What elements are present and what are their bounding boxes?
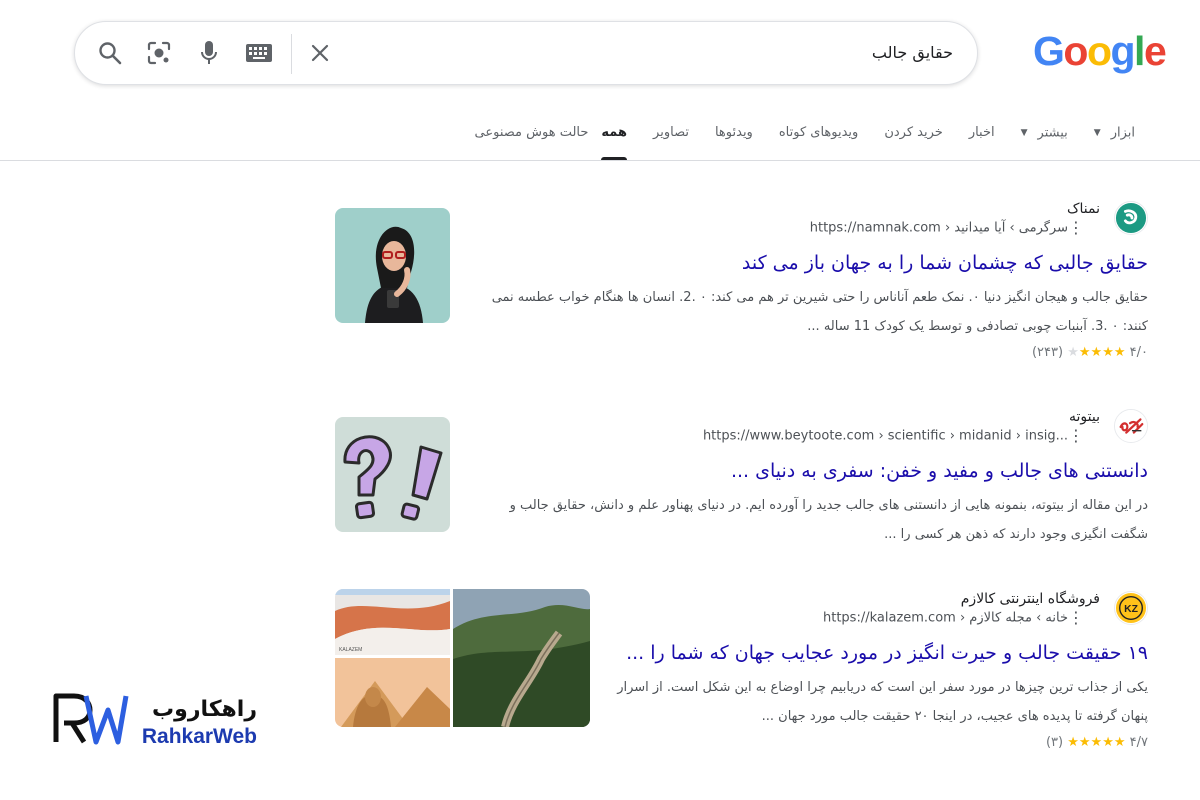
result-snippet: حقایق جالب و هیجان انگیز دنیا ۰. نمک طعم… bbox=[491, 290, 1148, 334]
more-vert-icon[interactable]: ⋮ bbox=[1068, 218, 1084, 237]
tab-label: اخبار bbox=[968, 125, 995, 140]
logo-letter: o bbox=[1063, 28, 1088, 74]
tab-more[interactable]: بیشتر ▼ bbox=[1008, 112, 1081, 160]
result-title-link[interactable]: حقایق جالبی که چشمان شما را به جهان باز … bbox=[483, 248, 1148, 278]
thumb-caption: KALAZEM bbox=[339, 647, 362, 653]
rating-stars: ★★★★★ bbox=[1067, 345, 1125, 360]
more-vert-icon[interactable]: ⋮ bbox=[1068, 426, 1084, 445]
logo-letter: e bbox=[1143, 28, 1167, 74]
kalazem-favicon-icon: KZ bbox=[1114, 591, 1148, 625]
search-result: بیتوته https://www.beytoote.com › scient… bbox=[478, 404, 1148, 549]
tab-label: خرید کردن bbox=[884, 125, 943, 140]
tab-label: بیشتر bbox=[1037, 125, 1068, 141]
star-empty-icon: ★ bbox=[1067, 345, 1079, 360]
star-filled-icon: ★ bbox=[1102, 735, 1114, 750]
site-url: https://www.beytoote.com › scientific › … bbox=[702, 428, 1068, 444]
star-filled-icon: ★ bbox=[1090, 735, 1103, 750]
beytoote-favicon-icon bbox=[1114, 409, 1148, 443]
star-filled-icon: ★ bbox=[1113, 735, 1126, 750]
site-url: https://kalazem.com › خانه › مجله کالازم bbox=[823, 610, 1068, 626]
result-site-line[interactable]: نمناک https://namnak.com › سرگرمی › آیا … bbox=[483, 196, 1148, 240]
rahkarweb-watermark: راهکاروب RahkarWeb bbox=[52, 690, 262, 750]
tab-shopping[interactable]: خرید کردن bbox=[871, 112, 955, 160]
review-count: (۳) bbox=[1045, 735, 1064, 750]
tab-label: همه bbox=[601, 125, 628, 140]
tab-tools[interactable]: ابزار ▼ bbox=[1081, 112, 1148, 160]
star-filled-icon: ★ bbox=[1067, 735, 1079, 750]
search-box[interactable]: حقایق جالب bbox=[74, 21, 978, 85]
result-rating: ۴/۷ ★★★★★ (۳) bbox=[613, 733, 1148, 753]
more-vert-icon[interactable]: ⋮ bbox=[1068, 608, 1084, 627]
logo-letter: g bbox=[1110, 28, 1136, 74]
star-filled-icon: ★ bbox=[1090, 345, 1103, 360]
rating-value: ۴/۷ bbox=[1129, 735, 1148, 750]
lens-camera-icon[interactable] bbox=[143, 37, 175, 69]
result-thumbnail-woman-glasses[interactable] bbox=[335, 208, 450, 323]
tabs-divider bbox=[0, 160, 1200, 161]
result-thumbnail-question-exclamation[interactable] bbox=[335, 417, 450, 532]
result-thumbnail-world-wonders[interactable]: KALAZEM bbox=[335, 589, 590, 727]
tab-label: ویدیوهای کوتاه bbox=[778, 125, 859, 140]
caret-down-icon: ▼ bbox=[1093, 128, 1101, 138]
search-result: نمناک https://namnak.com › سرگرمی › آیا … bbox=[483, 196, 1148, 363]
star-filled-icon: ★ bbox=[1078, 735, 1091, 750]
site-name: بیتوته bbox=[1069, 408, 1100, 425]
namnak-favicon-icon bbox=[1114, 201, 1148, 235]
site-name: نمناک bbox=[1066, 200, 1100, 217]
search-icon[interactable] bbox=[94, 37, 126, 69]
result-title-link[interactable]: ۱۹ حقیقت جالب و حیرت انگیز در مورد عجایب… bbox=[613, 638, 1148, 668]
clear-icon[interactable] bbox=[304, 37, 336, 69]
tab-label: ویدئوها bbox=[714, 125, 753, 140]
result-site-line[interactable]: KZ فروشگاه اینترنتی کالازم https://kalaz… bbox=[613, 586, 1148, 630]
star-filled-icon: ★ bbox=[1102, 345, 1114, 360]
watermark-fa-text: راهکاروب bbox=[152, 697, 257, 722]
result-rating: ۴/۰ ★★★★★ (۲۴۳) bbox=[483, 343, 1148, 363]
google-logo[interactable]: Google bbox=[1033, 28, 1167, 74]
review-count: (۲۴۳) bbox=[1031, 345, 1064, 360]
result-site-line[interactable]: بیتوته https://www.beytoote.com › scient… bbox=[478, 404, 1148, 448]
tab-news[interactable]: اخبار bbox=[956, 112, 1008, 160]
site-name: فروشگاه اینترنتی کالازم bbox=[960, 590, 1100, 607]
keyboard-icon[interactable] bbox=[243, 37, 275, 69]
tab-short-videos[interactable]: ویدیوهای کوتاه bbox=[766, 112, 871, 160]
logo-letter: o bbox=[1086, 28, 1112, 74]
logo-letter: G bbox=[1033, 28, 1065, 74]
search-divider bbox=[291, 34, 292, 74]
tab-label: تصاویر bbox=[653, 125, 689, 140]
star-filled-icon: ★ bbox=[1078, 345, 1091, 360]
caret-down-icon: ▼ bbox=[1020, 128, 1028, 138]
logo-letter: l bbox=[1134, 28, 1145, 74]
tab-label: ابزار bbox=[1110, 125, 1135, 141]
result-snippet: یکی از جذاب ترین چیزها در مورد سفر این ا… bbox=[617, 680, 1148, 724]
svg-text:KZ: KZ bbox=[1124, 604, 1138, 615]
rating-value: ۴/۰ bbox=[1129, 345, 1148, 360]
tab-all[interactable]: همه bbox=[588, 112, 640, 160]
result-title-link[interactable]: دانستنی های جالب و مفید و خفن: سفری به د… bbox=[478, 456, 1148, 486]
watermark-en-text: RahkarWeb bbox=[142, 725, 257, 748]
tab-videos[interactable]: ویدئوها bbox=[702, 112, 766, 160]
tab-ai-mode[interactable]: حالت هوش مصنوعی bbox=[462, 112, 589, 160]
star-filled-icon: ★ bbox=[1113, 345, 1126, 360]
search-input[interactable]: حقایق جالب bbox=[872, 22, 953, 84]
tab-images[interactable]: تصاویر bbox=[640, 112, 702, 160]
site-url: https://namnak.com › سرگرمی › آیا میدانی… bbox=[809, 220, 1068, 236]
search-result: KZ فروشگاه اینترنتی کالازم https://kalaz… bbox=[613, 586, 1148, 753]
microphone-icon[interactable] bbox=[193, 37, 225, 69]
result-snippet: در این مقاله از بیتوته، بنمونه هایی از د… bbox=[509, 498, 1148, 542]
search-tabs: حالت هوش مصنوعی همه تصاویر ویدئوها ویدیو… bbox=[462, 112, 1148, 160]
tab-label: حالت هوش مصنوعی bbox=[474, 125, 589, 140]
rating-stars: ★★★★★ bbox=[1067, 735, 1125, 750]
